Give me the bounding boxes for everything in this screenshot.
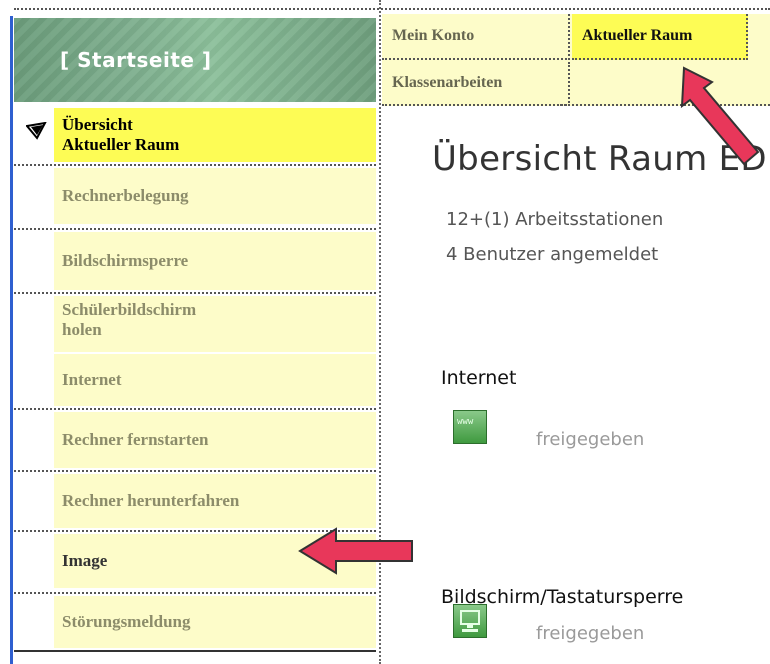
- sidebar-bottom-rule: [14, 650, 376, 652]
- sidebar-item-rechnerbelegung[interactable]: Rechnerbelegung: [14, 168, 376, 224]
- sidebar-item-label: Bildschirmsperre: [62, 251, 189, 270]
- arrow-left-icon: [298, 527, 413, 575]
- sidebar-item-rechner-herunterfahren[interactable]: Rechner herunterfahren: [14, 474, 376, 528]
- sidebar-item-label: Übersicht Aktueller Raum: [62, 115, 180, 154]
- sidebar-item-stoerungsmeldung[interactable]: Störungsmeldung: [14, 596, 376, 648]
- sidebar-item-label: Schülerbildschirm holen: [62, 300, 197, 339]
- sidebar-item-schuelerbildschirm[interactable]: Schülerbildschirm holen: [14, 296, 376, 352]
- tab-klassenarbeiten[interactable]: Klassenarbeiten: [382, 62, 570, 106]
- home-label: [ Startseite ]: [60, 48, 212, 72]
- sidebar-item-label: Image: [62, 551, 108, 570]
- pointer-icon: [26, 122, 47, 140]
- sidebar-item-bildschirmsperre[interactable]: Bildschirmsperre: [14, 232, 376, 290]
- workstation-count: 12+(1) Arbeitsstationen: [446, 209, 664, 230]
- sidebar-blue-border: [10, 16, 13, 664]
- arrow-up-icon: [680, 66, 760, 166]
- sidebar-item-rechner-fernstarten[interactable]: Rechner fernstarten: [14, 412, 376, 468]
- divider: [14, 470, 376, 472]
- tab-aktueller-raum[interactable]: Aktueller Raum: [572, 14, 748, 60]
- internet-section-title: Internet: [441, 367, 517, 389]
- sidebar-item-label: Rechner herunterfahren: [62, 491, 240, 510]
- sidebar-item-label: Internet: [62, 370, 122, 389]
- divider: [14, 164, 376, 166]
- tab-mein-konto[interactable]: Mein Konto: [382, 14, 570, 60]
- tab-label: Aktueller Raum: [582, 27, 693, 44]
- tab-label: Klassenarbeiten: [392, 74, 503, 91]
- home-banner-button[interactable]: [ Startseite ]: [14, 18, 376, 102]
- internet-globe-icon[interactable]: www: [453, 410, 487, 444]
- monitor-icon[interactable]: [453, 604, 487, 638]
- divider: [14, 228, 376, 230]
- internet-status: freigegeben: [536, 429, 645, 450]
- sidebar-item-label: Störungsmeldung: [62, 612, 191, 631]
- divider: [14, 292, 376, 294]
- divider: [14, 408, 376, 410]
- sidebar-item-internet[interactable]: Internet: [14, 354, 376, 406]
- top-dotted-border: [14, 8, 770, 10]
- sidebar-item-label: Rechnerbelegung: [62, 186, 189, 205]
- lock-status: freigegeben: [536, 623, 645, 644]
- divider: [14, 592, 376, 594]
- www-icon-text: www: [457, 417, 474, 427]
- sidebar-item-uebersicht[interactable]: Übersicht Aktueller Raum: [14, 108, 376, 162]
- tab-label: Mein Konto: [392, 27, 475, 44]
- logged-in-users: 4 Benutzer angemeldet: [446, 244, 659, 265]
- sidebar-item-label: Rechner fernstarten: [62, 430, 209, 449]
